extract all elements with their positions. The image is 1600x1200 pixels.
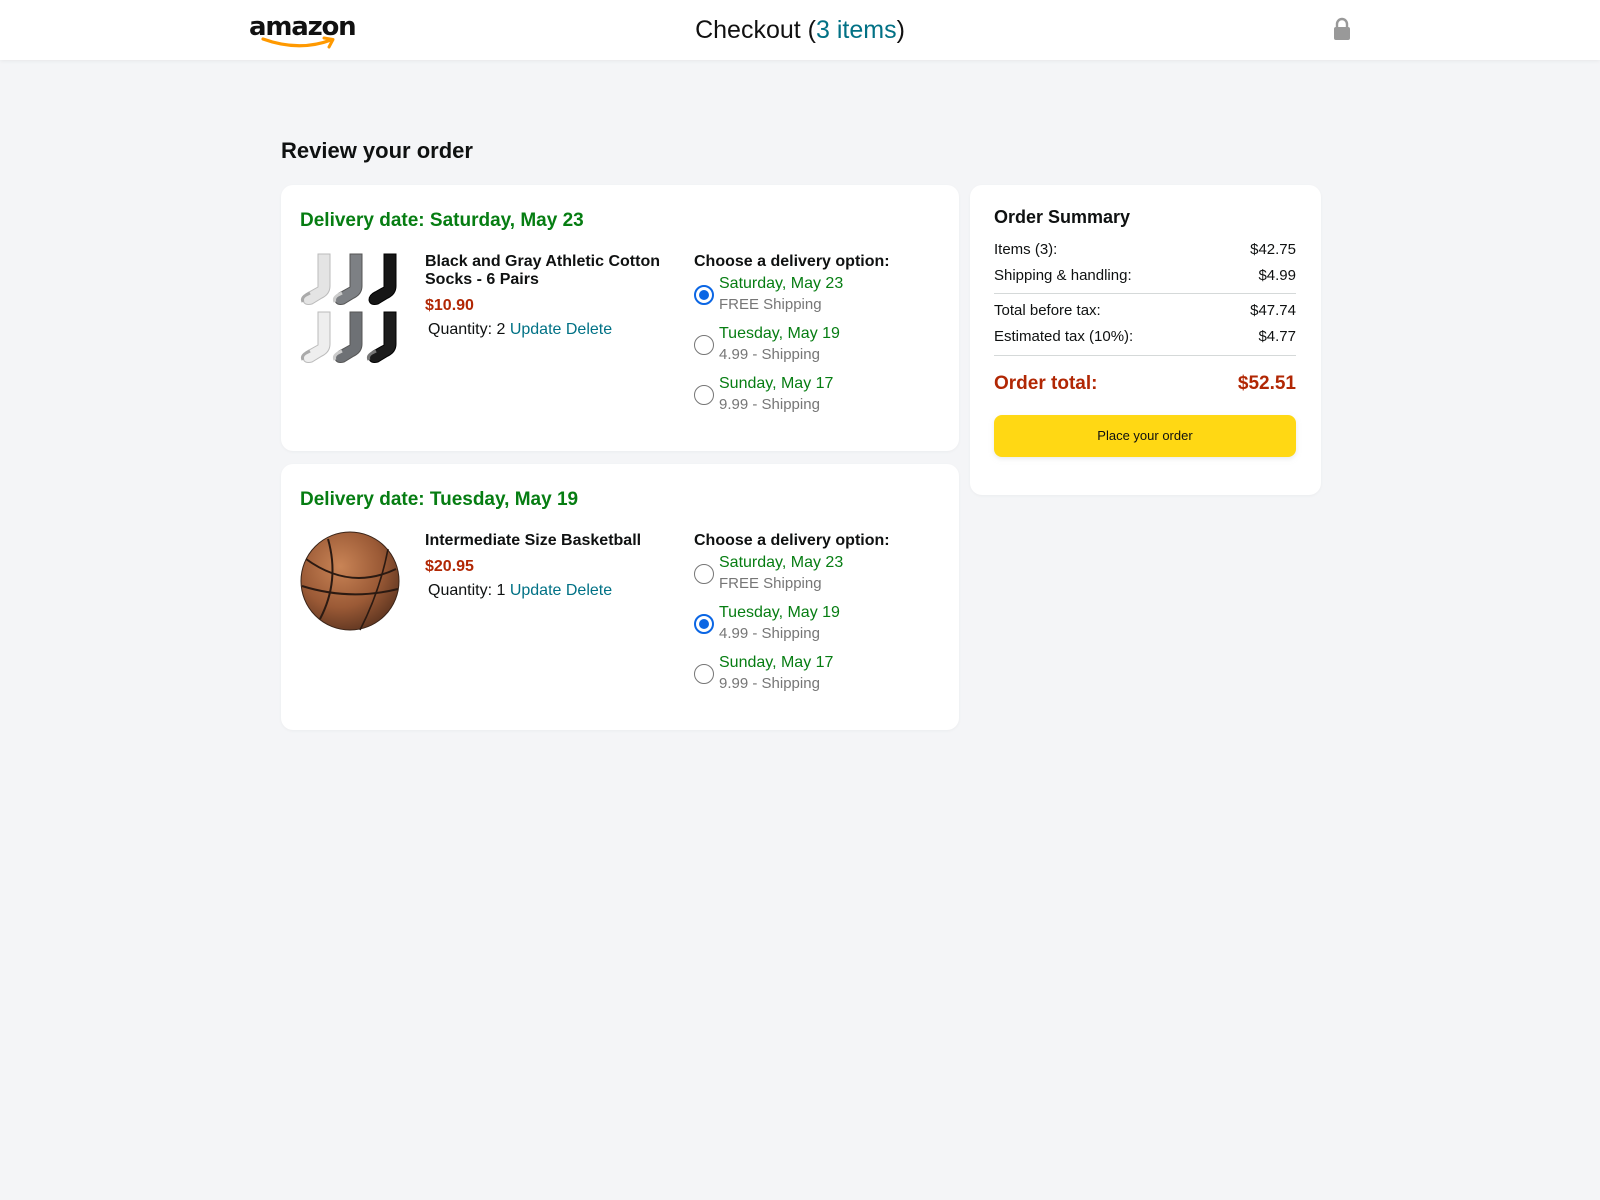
order-total-row: Order total: $52.51 [994, 373, 1296, 395]
summary-items-label: Items (3): [994, 241, 1058, 258]
delivery-option-date: Saturday, May 23 [719, 554, 844, 571]
delivery-option-shipping: 4.99 - Shipping [719, 625, 820, 642]
delivery-date-heading: Delivery date: Tuesday, May 19 [300, 489, 579, 510]
delivery-option-shipping: FREE Shipping [719, 575, 822, 592]
summary-shipping-label: Shipping & handling: [994, 267, 1132, 284]
delivery-options: Choose a delivery option: Saturday, May … [694, 253, 944, 423]
delivery-option[interactable]: Tuesday, May 19 4.99 - Shipping [694, 602, 944, 652]
product-price: $20.95 [425, 558, 474, 575]
delivery-option-date: Sunday, May 17 [719, 654, 834, 671]
order-total-label: Order total: [994, 373, 1098, 394]
socks-product-image[interactable] [300, 252, 400, 367]
product-info: Intermediate Size Basketball $20.95 Quan… [425, 532, 675, 600]
delivery-option-date: Sunday, May 17 [719, 375, 834, 392]
quantity-label: Quantity: 1 [428, 582, 506, 599]
order-item-card: Delivery date: Saturday, May 23 Black an… [281, 185, 959, 451]
summary-tax-value: $4.77 [1258, 328, 1296, 345]
delete-item-link[interactable]: Delete [566, 582, 612, 599]
delivery-option[interactable]: Saturday, May 23 FREE Shipping [694, 273, 944, 323]
summary-divider [994, 355, 1296, 356]
delivery-options-title: Choose a delivery option: [694, 532, 890, 549]
lock-icon [1334, 17, 1350, 40]
order-item-card: Delivery date: Tuesday, May 19 Intermedi… [281, 464, 959, 730]
delete-item-link[interactable]: Delete [566, 321, 612, 338]
update-quantity-link[interactable]: Update [510, 321, 562, 338]
summary-tax-row: Estimated tax (10%): $4.77 [994, 328, 1296, 345]
checkout-header: amazon Checkout (3 items) [0, 0, 1600, 60]
update-quantity-link[interactable]: Update [510, 582, 562, 599]
delivery-option-shipping: FREE Shipping [719, 296, 822, 313]
title-prefix: Checkout ( [695, 16, 816, 44]
title-suffix: ) [896, 16, 905, 44]
order-summary-card: Order Summary Items (3): $42.75 Shipping… [970, 185, 1321, 495]
delivery-option-shipping: 9.99 - Shipping [719, 675, 820, 692]
delivery-option-radio[interactable] [694, 285, 714, 305]
summary-divider [994, 293, 1296, 294]
delivery-option-radio[interactable] [694, 335, 714, 355]
product-name: Black and Gray Athletic Cotton Socks - 6… [425, 253, 660, 288]
summary-before-tax-label: Total before tax: [994, 302, 1101, 319]
summary-shipping-value: $4.99 [1258, 267, 1296, 284]
product-name: Intermediate Size Basketball [425, 532, 642, 549]
delivery-option-radio[interactable] [694, 664, 714, 684]
order-total-value: $52.51 [1237, 373, 1296, 394]
page-title: Review your order [281, 138, 473, 163]
delivery-option-radio[interactable] [694, 564, 714, 584]
summary-before-tax-row: Total before tax: $47.74 [994, 302, 1296, 319]
delivery-option[interactable]: Saturday, May 23 FREE Shipping [694, 552, 944, 602]
delivery-option[interactable]: Sunday, May 17 9.99 - Shipping [694, 373, 944, 423]
delivery-option-date: Tuesday, May 19 [719, 325, 840, 342]
basketball-product-image[interactable] [300, 531, 400, 646]
delivery-option-radio[interactable] [694, 614, 714, 634]
delivery-option[interactable]: Sunday, May 17 9.99 - Shipping [694, 652, 944, 702]
item-count-link[interactable]: 3 items [816, 16, 897, 44]
quantity-row: Quantity: 2 Update Delete [425, 321, 675, 339]
delivery-option-shipping: 4.99 - Shipping [719, 346, 820, 363]
delivery-option-shipping: 9.99 - Shipping [719, 396, 820, 413]
delivery-option-radio[interactable] [694, 385, 714, 405]
delivery-date-heading: Delivery date: Saturday, May 23 [300, 210, 584, 231]
delivery-options-title: Choose a delivery option: [694, 253, 890, 270]
delivery-option-date: Tuesday, May 19 [719, 604, 840, 621]
summary-tax-label: Estimated tax (10%): [994, 328, 1134, 345]
product-info: Black and Gray Athletic Cotton Socks - 6… [425, 253, 675, 339]
product-price: $10.90 [425, 297, 474, 314]
order-summary-title: Order Summary [994, 207, 1131, 227]
summary-shipping-row: Shipping & handling: $4.99 [994, 267, 1296, 284]
delivery-option-date: Saturday, May 23 [719, 275, 844, 292]
delivery-options: Choose a delivery option: Saturday, May … [694, 532, 944, 702]
place-order-button[interactable]: Place your order [994, 415, 1296, 457]
summary-items-row: Items (3): $42.75 [994, 241, 1296, 258]
summary-items-value: $42.75 [1250, 241, 1296, 258]
quantity-row: Quantity: 1 Update Delete [425, 582, 675, 600]
quantity-label: Quantity: 2 [428, 321, 506, 338]
checkout-title: Checkout (3 items) [0, 14, 1600, 46]
delivery-option[interactable]: Tuesday, May 19 4.99 - Shipping [694, 323, 944, 373]
summary-before-tax-value: $47.74 [1250, 302, 1296, 319]
